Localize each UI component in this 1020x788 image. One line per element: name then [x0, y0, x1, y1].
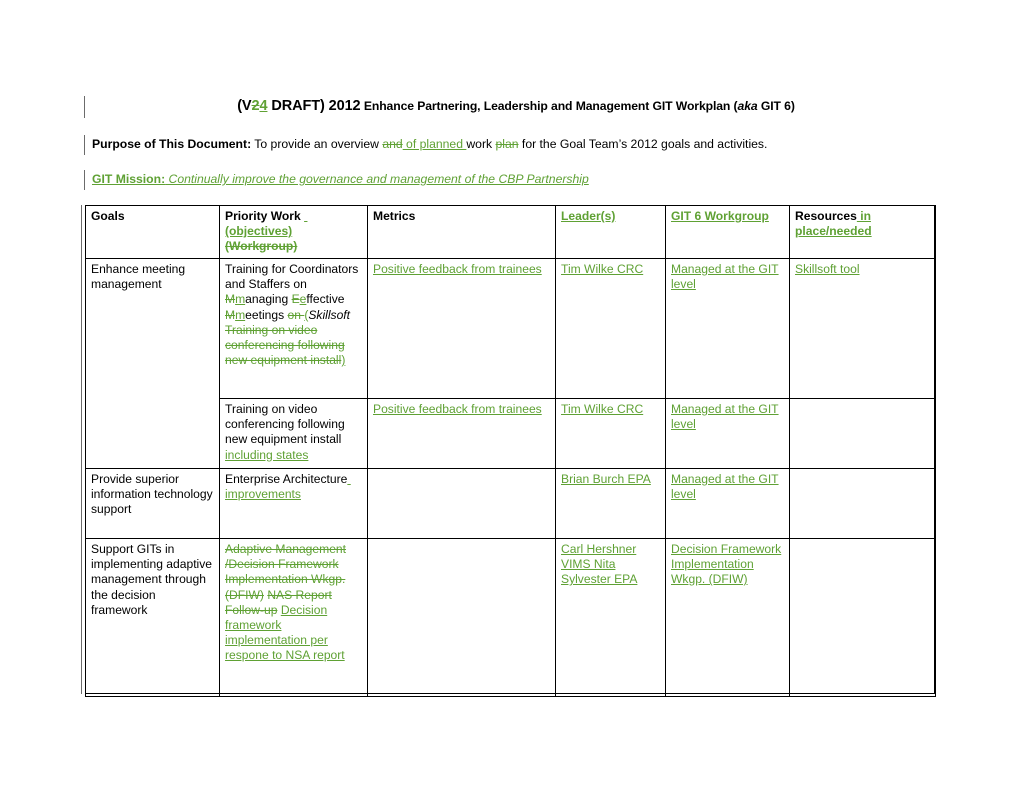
- title-tail: GIT 6): [757, 99, 795, 113]
- priority-1-ins-m2: m: [235, 307, 246, 322]
- cell-resources-1: Skillsoft tool: [789, 258, 936, 399]
- change-bar-purpose: [84, 135, 85, 155]
- title-subject: Enhance Partnering, Leadership and Manag…: [363, 99, 738, 113]
- workplan-table: Goals Priority Work (objectives) (Workgr…: [85, 205, 936, 697]
- purpose-text-2: work: [466, 137, 496, 151]
- purpose-text-1: To provide an overview: [251, 137, 383, 151]
- leader-4-text: Carl Hershner VIMS Nita Sylvester EPA: [561, 542, 638, 587]
- priority-2-base: Training on video conferencing following…: [225, 402, 345, 447]
- purpose-deleted-and: and: [382, 137, 403, 151]
- priority-1-text-3: ffective: [306, 292, 345, 307]
- change-bar-mission: [84, 170, 85, 190]
- table-header-row: Goals Priority Work (objectives) (Workgr…: [85, 205, 936, 259]
- page-title: (V24 DRAFT) 2012 Enhance Partnering, Lea…: [96, 98, 936, 115]
- workgroup-2-text: Managed at the GIT level: [671, 402, 779, 432]
- cell-workgroup-2: Managed at the GIT level: [665, 398, 790, 469]
- column-header-goals: Goals: [85, 205, 220, 259]
- table-row: Provide superior information technology …: [85, 468, 936, 539]
- priority-1-del-M2: M: [225, 307, 236, 322]
- purpose-deleted-plan: plan: [495, 137, 519, 151]
- cell-priority-2: Training on video conferencing following…: [219, 398, 368, 469]
- priority-1-del-on: on: [287, 307, 305, 322]
- cell-workgroup-3: Managed at the GIT level: [665, 468, 790, 539]
- priority-header-deleted: (Workgroup): [225, 239, 298, 254]
- cell-priority-3: Enterprise Architecture improvements: [219, 468, 368, 539]
- metrics-2-text: Positive feedback from trainees: [373, 402, 542, 416]
- priority-1-ins-m: m: [235, 292, 246, 307]
- metrics-1-text: Positive feedback from trainees: [373, 262, 542, 276]
- leader-2-text: Tim Wilke CRC: [561, 402, 644, 416]
- column-header-metrics: Metrics: [367, 205, 556, 259]
- priority-3-inserted: improvements: [225, 487, 301, 502]
- priority-1-del-block: Training on video conferencing following…: [225, 322, 345, 368]
- cell-metrics-1: Positive feedback from trainees: [367, 258, 556, 399]
- cell-resources-4: [789, 538, 936, 697]
- priority-1-del-E: E: [291, 292, 300, 307]
- cell-resources-3: [789, 468, 936, 539]
- priority-header-inserted: (objectives): [225, 224, 293, 239]
- workgroup-1-text: Managed at the GIT level: [671, 262, 779, 292]
- mission-label: GIT Mission:: [92, 172, 166, 186]
- change-bar-table: [81, 205, 82, 694]
- workgroup-3-text: Managed at the GIT level: [671, 472, 779, 502]
- priority-1-text-1: Training for Coordinators and Staffers o…: [225, 262, 359, 292]
- column-header-leader: Leader(s): [555, 205, 666, 259]
- cell-priority-4: Adaptive Management /Decision Framework …: [219, 538, 368, 697]
- priority-2-inserted: including states: [225, 447, 309, 462]
- cell-leader-4: Carl Hershner VIMS Nita Sylvester EPA: [555, 538, 666, 697]
- cell-goal-4: Support GITs in implementing adaptive ma…: [85, 538, 220, 697]
- priority-1-text-2: anaging: [245, 292, 292, 307]
- table-row: Support GITs in implementing adaptive ma…: [85, 538, 936, 697]
- leader-1-text: Tim Wilke CRC: [561, 262, 644, 276]
- cell-goal-3: Provide superior information technology …: [85, 468, 220, 539]
- document-page: (V24 DRAFT) 2012 Enhance Partnering, Lea…: [0, 0, 1020, 788]
- priority-header-base: Priority Work: [225, 209, 305, 223]
- leader-header-text: Leader(s): [561, 209, 616, 223]
- cell-leader-1: Tim Wilke CRC: [555, 258, 666, 399]
- cell-metrics-2: Positive feedback from trainees: [367, 398, 556, 469]
- title-draft-year: DRAFT) 2012: [267, 98, 361, 114]
- priority-1-text-4: eetings: [245, 307, 288, 322]
- priority-1-del-M: M: [225, 292, 236, 307]
- column-header-resources: Resources in place/needed: [789, 205, 936, 259]
- purpose-statement: Purpose of This Document: To provide an …: [92, 137, 767, 152]
- title-aka: aka: [737, 99, 758, 113]
- resources-header-base: Resources: [795, 209, 857, 223]
- git-mission-statement: GIT Mission: Continually improve the gov…: [92, 172, 589, 187]
- change-bar-title: [84, 96, 85, 118]
- cell-resources-2: [789, 398, 936, 469]
- priority-3-base: Enterprise Architecture: [225, 472, 348, 486]
- cell-metrics-3: [367, 468, 556, 539]
- priority-1-skillsoft: Skillsoft: [308, 307, 351, 322]
- table-row: Enhance meeting management Training for …: [85, 258, 936, 469]
- purpose-label: Purpose of This Document:: [92, 137, 252, 151]
- cell-workgroup-4: Decision Framework Implementation Wkgp. …: [665, 538, 790, 697]
- purpose-inserted-of-planned: of planned: [402, 137, 467, 151]
- cell-priority-1: Training for Coordinators and Staffers o…: [219, 258, 368, 399]
- cell-leader-2: Tim Wilke CRC: [555, 398, 666, 469]
- mission-text: Continually improve the governance and m…: [165, 172, 589, 186]
- priority-1-ins-close-paren: ): [341, 353, 346, 368]
- resources-1-text: Skillsoft tool: [795, 262, 860, 276]
- leader-3-text: Brian Burch EPA: [561, 472, 651, 486]
- cell-metrics-4: [367, 538, 556, 697]
- title-prefix: (V: [237, 98, 252, 114]
- cell-workgroup-1: Managed at the GIT level: [665, 258, 790, 399]
- workgroup-4-text: Decision Framework Implementation Wkgp. …: [671, 542, 782, 587]
- cell-leader-3: Brian Burch EPA: [555, 468, 666, 539]
- priority-3-trailing-space: [347, 472, 350, 486]
- workgroup-header-text: GIT 6 Workgroup: [671, 209, 769, 223]
- cell-goal-1: Enhance meeting management: [85, 258, 220, 469]
- column-header-priority-work: Priority Work (objectives) (Workgroup): [219, 205, 368, 259]
- purpose-text-3: for the Goal Team’s 2012 goals and activ…: [518, 137, 768, 151]
- column-header-git6-workgroup: GIT 6 Workgroup: [665, 205, 790, 259]
